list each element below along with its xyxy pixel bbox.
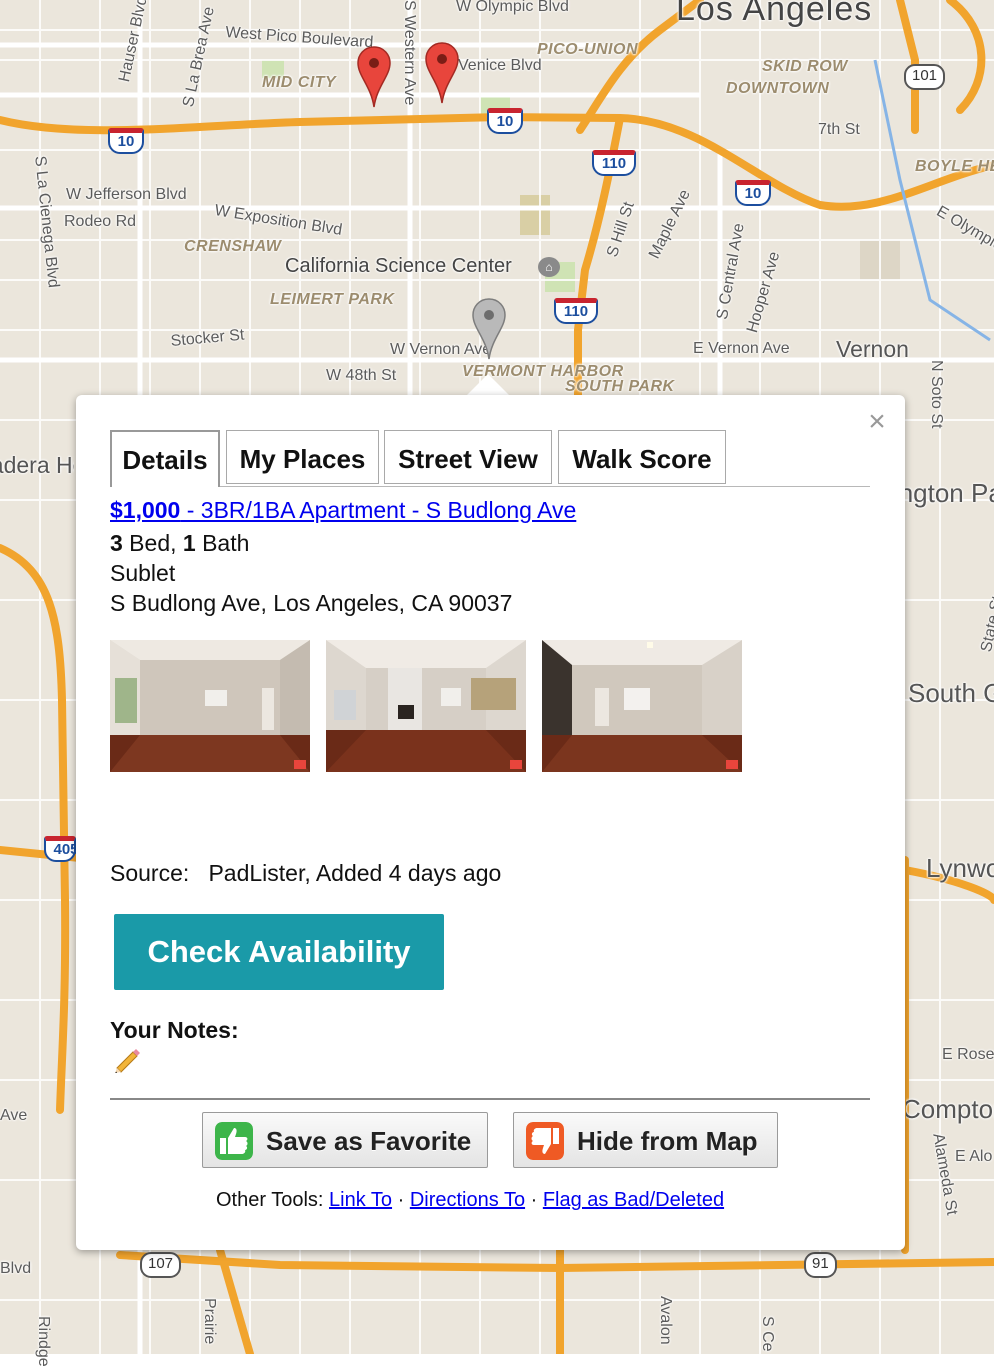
place-label: Ladera Heights — [0, 452, 74, 478]
place-label: California Science Center — [285, 255, 512, 277]
neighborhood-label: DOWNTOWN — [726, 80, 830, 97]
street-label: E Rose — [942, 1046, 994, 1063]
other-tools: Other Tools: Link To · Directions To · F… — [216, 1189, 724, 1212]
separator: · — [525, 1189, 543, 1211]
save-favorite-label: Save as Favorite — [266, 1126, 472, 1156]
other-tools-label: Other Tools: — [216, 1189, 324, 1211]
street-label: Rindge — [35, 1316, 52, 1367]
tab-street-view[interactable]: Street View — [384, 430, 552, 484]
listing-type: Sublet — [110, 560, 176, 586]
street-label: W 48th St — [326, 367, 397, 384]
divider — [110, 1098, 870, 1100]
street-label: Ave — [0, 1107, 28, 1124]
street-label: N Soto St — [928, 360, 945, 429]
neighborhood-label: MID CITY — [262, 74, 337, 91]
street-label: E Vernon Ave — [693, 340, 790, 357]
listing-title-link[interactable]: $1,000 - 3BR/1BA Apartment - S Budlong A… — [110, 497, 576, 524]
listing-photo[interactable] — [326, 640, 526, 772]
listing-photo[interactable] — [542, 640, 742, 772]
museum-icon: ⌂ — [538, 257, 560, 277]
street-label: Blvd — [0, 1260, 32, 1277]
check-availability-button[interactable]: Check Availability — [114, 914, 444, 990]
pencil-icon[interactable] — [113, 1046, 141, 1074]
listing-source: Source: PadLister, Added 4 days ago — [110, 860, 502, 886]
place-label: Huntington Park — [904, 478, 994, 508]
interstate-110-shield: 110 — [554, 298, 598, 324]
thumbs-up-icon — [215, 1122, 253, 1160]
hide-from-map-button[interactable]: Hide from Map — [513, 1112, 778, 1168]
listing-photo[interactable] — [110, 640, 310, 772]
street-label: Prairie — [201, 1298, 218, 1345]
street-label: S Western Ave — [401, 0, 418, 106]
street-label: S Ce — [759, 1316, 776, 1352]
interstate-10-shield: 10 — [735, 180, 771, 206]
neighborhood-label: SKID ROW — [762, 58, 848, 75]
notes-label: Your Notes: — [110, 1017, 239, 1043]
interstate-10-shield: 10 — [487, 108, 523, 134]
street-label: W Olympic Blvd — [456, 0, 569, 15]
save-as-favorite-button[interactable]: Save as Favorite — [202, 1112, 488, 1168]
interstate-10-shield: 10 — [108, 128, 144, 154]
separator: · — [392, 1189, 410, 1211]
neighborhood-label: CRENSHAW — [184, 238, 282, 255]
tab-my-places[interactable]: My Places — [226, 430, 379, 484]
listing-price: $1,000 — [110, 497, 181, 523]
street-label: 7th St — [818, 121, 860, 138]
hide-from-map-label: Hide from Map — [577, 1126, 758, 1156]
neighborhood-label: BOYLE HE — [915, 158, 994, 175]
interstate-110-shield: 110 — [592, 150, 636, 176]
tab-details[interactable]: Details — [110, 430, 220, 487]
popup-pointer — [466, 374, 510, 396]
map-marker-selected[interactable] — [472, 298, 506, 360]
street-label: W Jefferson Blvd — [66, 186, 187, 203]
ca-107-shield: 107 — [140, 1252, 182, 1278]
street-label: E Alo — [955, 1148, 993, 1165]
neighborhood-label: LEIMERT PARK — [270, 291, 395, 308]
street-label: Rodeo Rd — [64, 213, 137, 230]
thumbs-down-icon — [526, 1122, 564, 1160]
place-label: Vernon — [836, 336, 909, 362]
street-label: Venice Blvd — [458, 57, 542, 74]
interstate-405-shield: 405 — [44, 836, 79, 862]
flag-bad-link[interactable]: Flag as Bad/Deleted — [543, 1189, 724, 1211]
map-marker-red[interactable] — [357, 46, 391, 108]
link-to-link[interactable]: Link To — [329, 1189, 392, 1211]
place-label: South Gate — [908, 678, 994, 708]
listing-address: S Budlong Ave, Los Angeles, CA 90037 — [110, 590, 513, 616]
neighborhood-label: SOUTH PARK — [565, 378, 675, 395]
neighborhood-label: PICO-UNION — [537, 41, 638, 58]
tab-walk-score[interactable]: Walk Score — [558, 430, 726, 484]
place-label: Compton — [906, 1094, 994, 1124]
us-101-shield: 101 — [904, 64, 946, 90]
directions-to-link[interactable]: Directions To — [410, 1189, 525, 1211]
street-label: Avalon — [657, 1296, 674, 1345]
map-marker-red[interactable] — [425, 42, 459, 104]
popup-tabs: Details My Places Street View Walk Score — [110, 430, 870, 487]
beds-baths: 3 Bed, 1 Bath — [110, 530, 250, 556]
ca-91-shield: 91 — [804, 1252, 837, 1278]
listing-title: - 3BR/1BA Apartment - S Budlong Ave — [180, 497, 577, 523]
place-label: Lynwood — [926, 853, 994, 883]
city-label: Los Angeles — [676, 0, 873, 28]
